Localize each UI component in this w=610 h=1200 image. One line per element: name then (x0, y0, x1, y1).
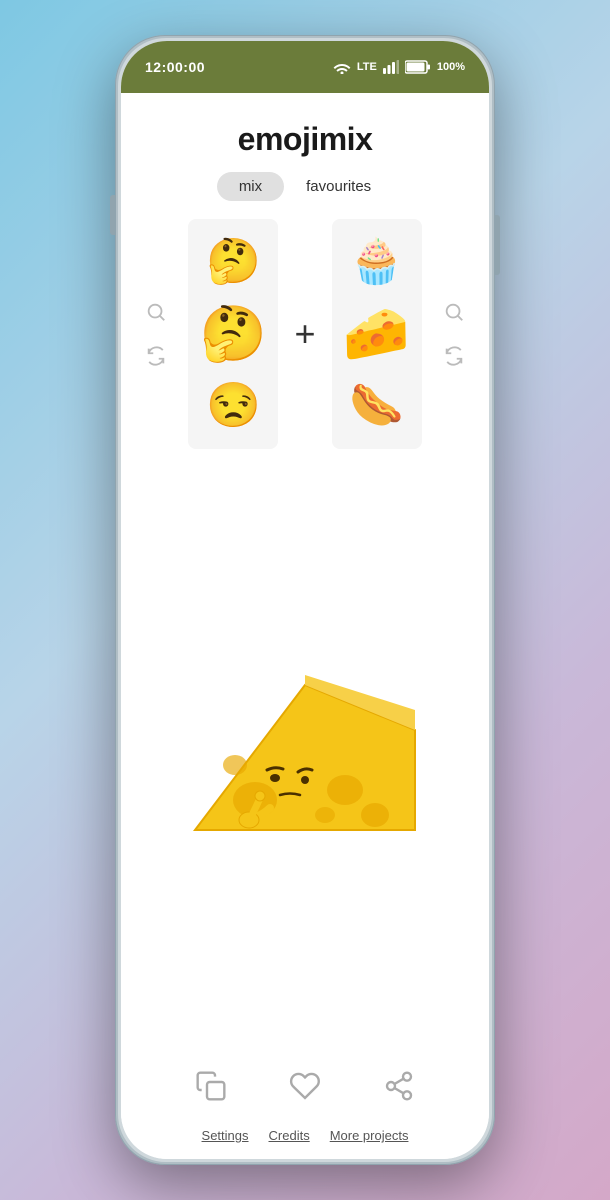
left-controls (142, 298, 170, 370)
share-button[interactable] (377, 1064, 421, 1108)
more-projects-link[interactable]: More projects (330, 1128, 409, 1143)
phone-screen: 12:00:00 LTE (121, 41, 489, 1159)
credits-link[interactable]: Credits (269, 1128, 310, 1143)
action-icons (189, 1064, 421, 1108)
footer-links: Settings Credits More projects (202, 1128, 409, 1143)
phone-frame: 12:00:00 LTE (115, 35, 495, 1165)
phone-inner: 12:00:00 LTE (118, 38, 492, 1162)
status-bar: 12:00:00 LTE (121, 41, 489, 93)
tab-bar: mix favourites (217, 172, 393, 201)
left-emoji-top: 🤔 (206, 240, 261, 284)
right-emoji-top: 🧁 (349, 240, 404, 284)
tab-mix[interactable]: mix (217, 172, 284, 201)
right-emoji-bottom: 🌭 (349, 384, 404, 428)
copy-button[interactable] (189, 1064, 233, 1108)
app-content: emojimix mix favourites (121, 93, 489, 1159)
result-container (175, 630, 435, 890)
wifi-icon (333, 60, 351, 74)
app-title: emojimix (238, 121, 373, 158)
mixer-section: 🤔 🤔 😒 + 🧁 🧀 🌭 (121, 219, 489, 449)
left-emoji-bottom: 😒 (206, 384, 261, 428)
right-emoji-center: 🧀 (343, 307, 410, 361)
tab-favourites[interactable]: favourites (284, 172, 393, 201)
favourite-button[interactable] (283, 1064, 327, 1108)
settings-link[interactable]: Settings (202, 1128, 249, 1143)
left-emoji-strip: 🤔 🤔 😒 (188, 219, 278, 449)
battery-icon (405, 60, 431, 74)
result-section (121, 459, 489, 1060)
status-time: 12:00:00 (145, 59, 205, 75)
right-emoji-strip: 🧁 🧀 🌭 (332, 219, 422, 449)
search-left-icon[interactable] (142, 298, 170, 326)
left-emoji-center: 🤔 (200, 307, 267, 361)
status-icons: LTE 100% (333, 60, 465, 74)
signal-icon (383, 60, 399, 74)
refresh-right-icon[interactable] (440, 342, 468, 370)
battery-percent: 100% (437, 61, 465, 73)
search-right-icon[interactable] (440, 298, 468, 326)
result-emoji-svg (175, 630, 435, 890)
bottom-actions: Settings Credits More projects (121, 1060, 489, 1159)
lte-label: LTE (357, 61, 377, 73)
plus-sign: + (294, 313, 315, 355)
right-controls (440, 298, 468, 370)
refresh-left-icon[interactable] (142, 342, 170, 370)
